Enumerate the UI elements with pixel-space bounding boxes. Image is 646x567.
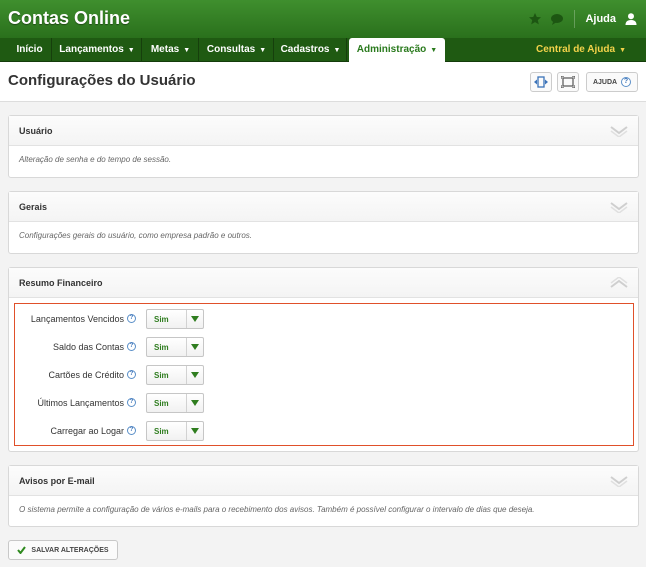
header-separator [574,10,576,28]
save-button[interactable]: SALVAR ALTERAÇÕES [8,540,118,560]
nav-label: Lançamentos [59,44,124,55]
nav-inicio[interactable]: Início [8,38,52,62]
chevron-down-icon: ▼ [127,47,135,54]
app-title: Contas Online [8,8,131,28]
panel-description: Alteração de senha e do tempo de sessão. [19,155,172,164]
nav-label: Administração [356,44,427,55]
top-header: Contas Online Ajuda [0,0,646,38]
help-center-label: Central de Ajuda [535,44,616,55]
nav-metas[interactable]: Metas ▼ [143,38,199,62]
header-tools: Ajuda [528,10,638,28]
panel-resumo-financeiro: Resumo Financeiro Lançamentos Vencidos ?… [8,267,639,452]
nav-cadastros[interactable]: Cadastros ▼ [275,38,347,62]
chevron-down-icon [610,202,628,213]
star-icon[interactable] [528,12,542,26]
dropdown-arrow-icon [186,310,203,328]
select-value: Sim [154,399,169,408]
panel-description: O sistema permite a configuração de vári… [19,505,535,514]
select-value: Sim [154,427,169,436]
dropdown-arrow-icon [186,394,203,412]
setting-label: Lançamentos Vencidos [30,314,124,324]
panel-resumo-header[interactable]: Resumo Financeiro [9,268,638,298]
nav-administracao[interactable]: Administração ▼ [349,38,445,63]
setting-label: Últimos Lançamentos [37,398,124,408]
chevron-down-icon: ▼ [619,47,626,54]
question-icon[interactable]: ? [127,314,136,323]
select-value: Sim [154,343,169,352]
chevron-down-icon: ▼ [183,47,191,54]
question-icon[interactable]: ? [127,398,136,407]
cartoes-credito-select[interactable]: Sim [146,365,204,385]
user-icon[interactable] [624,12,638,26]
setting-label: Carregar ao Logar [50,426,124,436]
select-value: Sim [154,371,169,380]
question-icon[interactable]: ? [127,426,136,435]
lancamentos-vencidos-select[interactable]: Sim [146,309,204,329]
question-icon[interactable]: ? [127,342,136,351]
chevron-down-icon [610,126,628,137]
chevron-down-icon: ▼ [259,47,267,54]
nav-label: Início [16,44,43,55]
question-icon: ? [621,77,632,87]
chevron-down-icon: ▼ [333,47,341,54]
dropdown-arrow-icon [186,366,203,384]
panel-usuario: Usuário Alteração de senha e do tempo de… [8,115,639,178]
main-nav: Início Lançamentos ▼ Metas ▼ Consultas ▼ Ca… [0,38,646,63]
panel-gerais: Gerais Configurações gerais do usuário, … [8,191,639,254]
setting-label: Cartões de Crédito [48,370,124,380]
help-link[interactable]: Ajuda [585,13,616,25]
panel-usuario-header[interactable]: Usuário [9,116,638,146]
fullscreen-button[interactable] [557,72,579,92]
nav-consultas[interactable]: Consultas ▼ [200,38,274,62]
expand-button[interactable] [530,72,552,92]
panel-title: Usuário [19,126,53,136]
dropdown-arrow-icon [186,422,203,440]
nav-label: Cadastros [280,44,330,55]
nav-lancamentos[interactable]: Lançamentos ▼ [53,38,142,62]
chevron-down-icon: ▼ [430,47,438,54]
nav-help-center[interactable]: Central de Ajuda ▼ [536,38,626,62]
chevron-up-icon [610,277,628,288]
carregar-ao-logar-select[interactable]: Sim [146,421,204,441]
panel-avisos-email: Avisos por E-mail O sistema permite a co… [8,465,639,527]
save-button-label: SALVAR ALTERAÇÕES [31,546,109,554]
resumo-body: Lançamentos Vencidos ? Sim Saldo das Con… [9,298,638,458]
panel-title: Resumo Financeiro [19,278,103,288]
setting-label: Saldo das Contas [52,342,124,352]
help-button[interactable]: AJUDA ? [586,72,638,92]
chat-icon[interactable] [550,12,564,26]
saldo-contas-select[interactable]: Sim [146,337,204,357]
select-value: Sim [154,315,169,324]
check-icon [17,546,27,554]
panel-gerais-header[interactable]: Gerais [9,192,638,222]
panel-title: Avisos por E-mail [19,476,95,486]
page-title: Configurações do Usuário [8,72,196,89]
panel-avisos-header[interactable]: Avisos por E-mail [9,466,638,496]
page-header: Configurações do Usuário AJUDA ? [0,62,646,102]
chevron-down-icon [610,476,628,487]
panel-description: Configurações gerais do usuário, como em… [19,231,253,240]
nav-label: Metas [150,44,180,55]
dropdown-arrow-icon [186,338,203,356]
nav-label: Consultas [206,44,256,55]
question-icon[interactable]: ? [127,370,136,379]
fullscreen-icon [561,76,575,88]
panel-title: Gerais [19,202,48,212]
help-button-label: AJUDA [592,78,618,86]
ultimos-lancamentos-select[interactable]: Sim [146,393,204,413]
expand-icon [534,76,548,88]
